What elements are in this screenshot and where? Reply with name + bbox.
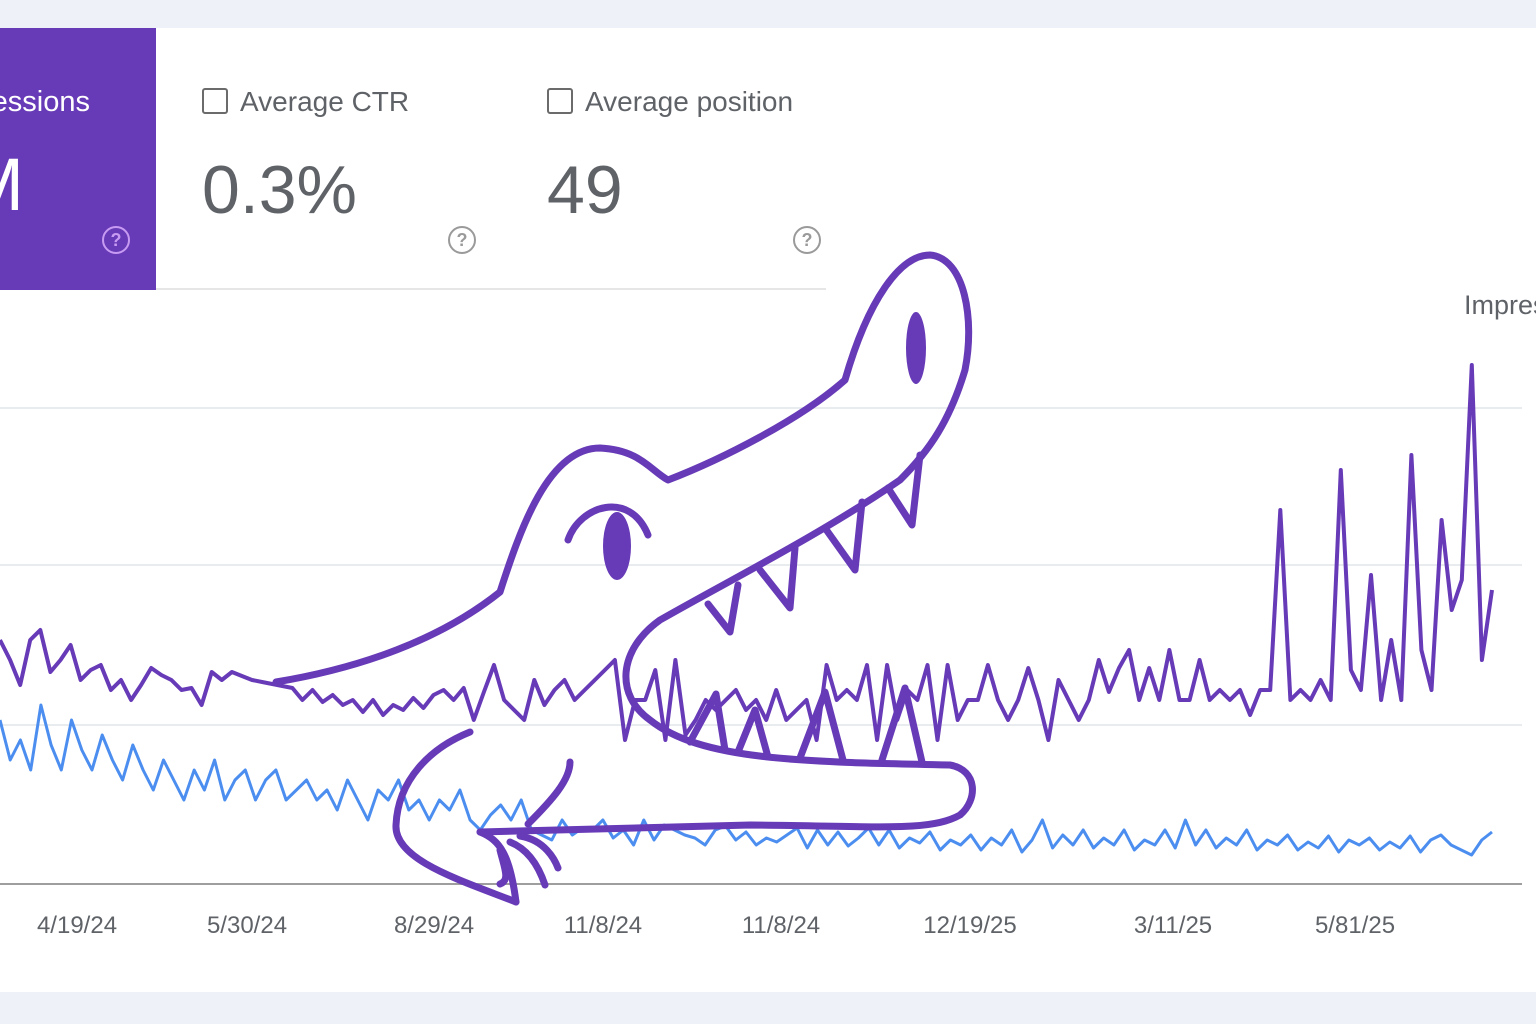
- crocodile-upper-teeth: [704, 451, 924, 636]
- performance-chart: [0, 251, 1494, 906]
- crocodile-eye: [906, 312, 926, 384]
- impressions-series-line: [0, 363, 1494, 742]
- crocodile-drawing: [272, 251, 976, 906]
- crocodile-eyes: [603, 312, 926, 580]
- crocodile-eye: [603, 512, 631, 580]
